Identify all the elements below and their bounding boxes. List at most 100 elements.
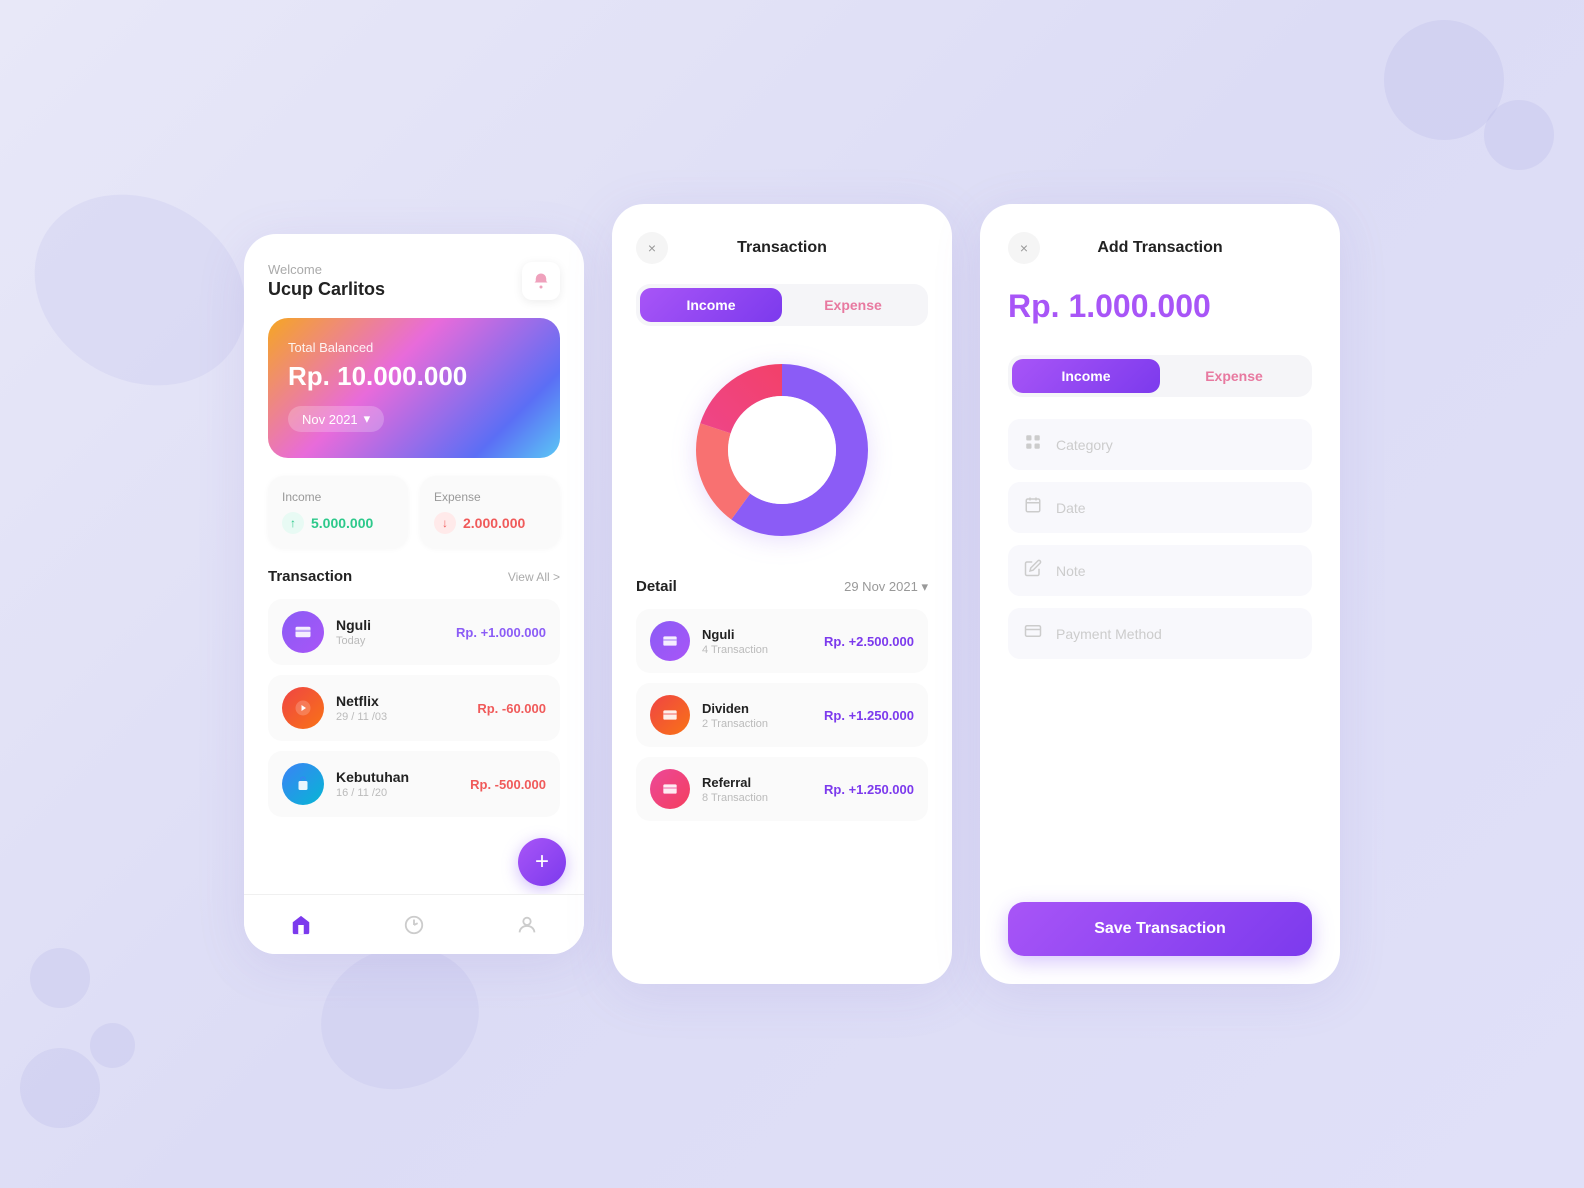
detail-amount-dividen: Rp. +1.250.000 [824,708,914,723]
transaction-amount: Rp. 1.000.000 [1008,278,1312,335]
note-label: Note [1056,563,1086,579]
credit-card-icon [662,633,678,649]
date-icon [1024,496,1042,514]
bell-icon [532,272,550,290]
transaction-title: Transaction [268,568,352,585]
donut-chart-container [636,350,928,550]
txn-amount-nguli: Rp. +1.000.000 [456,625,546,640]
nav-chart[interactable] [403,914,425,936]
screen3-add-transaction: × Add Transaction Rp. 1.000.000 Income E… [980,204,1340,984]
credit-card-icon [662,781,678,797]
chart-icon [403,914,425,936]
txn-amount-kebutuhan: Rp. -500.000 [470,777,546,792]
detail-info-nguli: Nguli 4 Transaction [702,627,812,656]
card-icon [1024,622,1046,645]
detail-date-selector[interactable]: 29 Nov 2021 ▾ [844,579,928,595]
detail-header: Detail 29 Nov 2021 ▾ [636,578,928,595]
detail-count: 2 Transaction [702,718,812,730]
bg-decoration-3 [30,948,90,1008]
bg-decoration-5 [20,1048,100,1128]
screen1-dashboard: Welcome Ucup Carlitos Total Balanced Rp.… [244,234,584,954]
welcome-label: Welcome [268,262,385,277]
screen2-title: Transaction [737,239,827,257]
detail-name: Dividen [702,701,812,716]
screen2-header: × Transaction [636,232,928,264]
welcome-block: Welcome Ucup Carlitos [268,262,385,300]
save-transaction-button[interactable]: Save Transaction [1008,902,1312,956]
tab-expense[interactable]: Expense [782,288,924,322]
calendar-icon [1024,496,1046,519]
table-row: Netflix 29 / 11 /03 Rp. -60.000 [268,675,560,741]
detail-name: Referral [702,775,812,790]
expense-value: 2.000.000 [463,515,525,531]
home-icon [290,914,312,936]
income-summary: Income ↑ 5.000.000 [268,476,408,548]
detail-icon-referral [650,769,690,809]
close-button[interactable]: × [636,232,668,264]
txn-name: Kebutuhan [336,769,458,785]
detail-list: Nguli 4 Transaction Rp. +2.500.000 Divid… [636,609,928,821]
detail-date-text: 29 Nov 2021 [844,579,918,594]
detail-icon-nguli [650,621,690,661]
detail-info-dividen: Dividen 2 Transaction [702,701,812,730]
grid-icon [1024,433,1046,456]
notification-button[interactable] [522,262,560,300]
bg-blob-1 [0,157,280,423]
detail-amount-nguli: Rp. +2.500.000 [824,634,914,649]
screens-wrapper: Welcome Ucup Carlitos Total Balanced Rp.… [244,204,1340,984]
detail-icon-dividen [650,695,690,735]
category-icon [1024,433,1042,451]
txn-icon-netflix [282,687,324,729]
income-value-row: ↑ 5.000.000 [282,512,394,534]
detail-amount-referral: Rp. +1.250.000 [824,782,914,797]
nav-profile[interactable] [516,914,538,936]
play-icon [294,699,312,717]
balance-card: Total Balanced Rp. 10.000.000 Nov 2021 ▾ [268,318,560,458]
shopping-bag-icon [294,775,312,793]
income-arrow-icon: ↑ [282,512,304,534]
credit-card-icon [294,623,312,641]
bg-decoration-2 [1484,100,1554,170]
screen2-transaction: × Transaction Income Expense [612,204,952,984]
txn-date: 29 / 11 /03 [336,711,465,723]
transaction-list: Nguli Today Rp. +1.000.000 Netflix 29 / … [268,599,560,817]
txn-date: Today [336,635,444,647]
bg-decoration-4 [90,1023,135,1068]
add-transaction-tabs: Income Expense [1008,355,1312,397]
pencil-icon [1024,559,1046,582]
detail-title: Detail [636,578,677,595]
close-icon: × [648,240,656,256]
expense-value-row: ↓ 2.000.000 [434,512,546,534]
txn-info-kebutuhan: Kebutuhan 16 / 11 /20 [336,769,458,799]
nav-home[interactable] [290,914,312,936]
date-label: Date [1056,500,1086,516]
expense-summary: Expense ↓ 2.000.000 [420,476,560,548]
note-icon [1024,559,1042,577]
tab-income[interactable]: Income [640,288,782,322]
txn-icon-nguli [282,611,324,653]
add-fab-button[interactable]: + [518,838,566,886]
category-label: Category [1056,437,1113,453]
view-all-link[interactable]: View All > [508,570,560,584]
donut-chart [682,350,882,550]
tab-expense-add[interactable]: Expense [1160,359,1308,393]
date-field[interactable]: Date [1008,482,1312,533]
transaction-section-header: Transaction View All > [268,568,560,585]
table-row: Kebutuhan 16 / 11 /20 Rp. -500.000 [268,751,560,817]
table-row: Nguli Today Rp. +1.000.000 [268,599,560,665]
month-label: Nov 2021 [302,412,358,427]
tab-income-add[interactable]: Income [1012,359,1160,393]
txn-icon-kebutuhan [282,763,324,805]
txn-date: 16 / 11 /20 [336,787,458,799]
chevron-down-icon: ▾ [364,411,371,427]
payment-method-field[interactable]: Payment Method [1008,608,1312,659]
category-field[interactable]: Category [1008,419,1312,470]
credit-card-icon [662,707,678,723]
detail-name: Nguli [702,627,812,642]
screen3-title: Add Transaction [1097,239,1222,257]
close-button-3[interactable]: × [1008,232,1040,264]
note-field[interactable]: Note [1008,545,1312,596]
detail-count: 4 Transaction [702,644,812,656]
month-selector[interactable]: Nov 2021 ▾ [288,406,384,432]
username: Ucup Carlitos [268,279,385,300]
